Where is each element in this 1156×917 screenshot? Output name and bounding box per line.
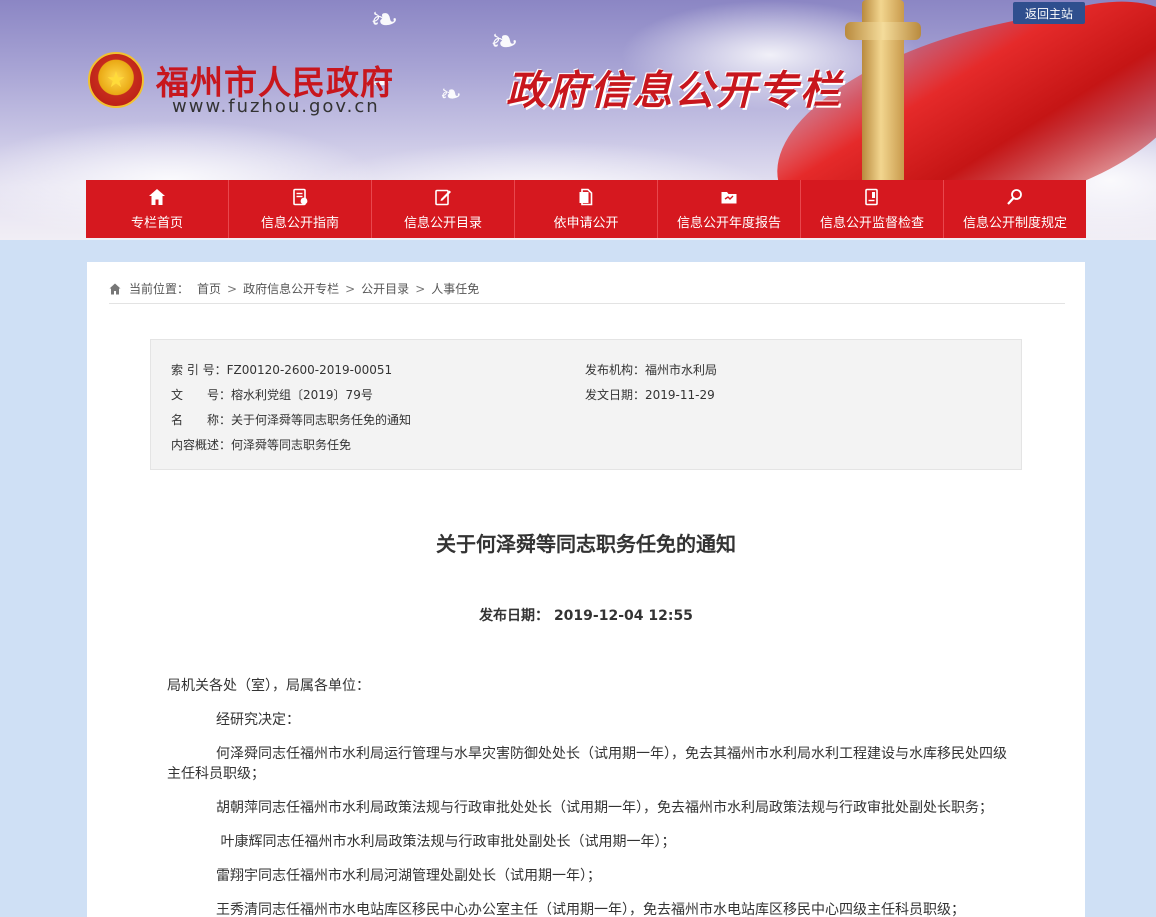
breadcrumb-link[interactable]: 公开目录: [361, 280, 409, 297]
meta-index-no: 索 引 号：FZ00120-2600-2019-00051: [171, 363, 393, 377]
document-metadata: 索 引 号：FZ00120-2600-2019-00051 文 号：榕水利党组〔…: [150, 339, 1022, 470]
nav-item-label: 专栏首页: [130, 215, 183, 231]
nav-item-rules[interactable]: 信息公开制度规定: [944, 180, 1086, 238]
main-nav: 专栏首页 信息公开指南 信息公开目录 依申请公开 信息公开年度报告 信息公开监督…: [86, 180, 1086, 238]
column-title: 政府信息公开专栏: [506, 68, 842, 114]
nav-item-label: 信息公开目录: [403, 215, 482, 231]
breadcrumb-label: 当前位置：: [129, 282, 190, 296]
breadcrumb-separator: >: [227, 281, 238, 296]
breadcrumb-separator: >: [345, 281, 356, 296]
nav-item-catalog[interactable]: 信息公开目录: [372, 180, 515, 238]
content-panel: 当前位置： 首页 > 政府信息公开专栏 > 公开目录 > 人事任免 索 引 号：…: [87, 262, 1085, 917]
inspect-icon: [865, 188, 878, 205]
guide-icon: [293, 188, 308, 205]
nav-item-apply[interactable]: 依申请公开: [515, 180, 658, 238]
breadcrumb-link[interactable]: 首页: [197, 280, 221, 297]
meta-doc-no: 文 号：榕水利党组〔2019〕79号: [171, 388, 373, 402]
apply-icon: [579, 188, 593, 205]
nav-item-label: 信息公开制度规定: [962, 215, 1067, 231]
article-paragraph: 雷翔宇同志任福州市水利局河湖管理处副处长（试用期一年）；: [216, 868, 601, 884]
article-title: 关于何泽舜等同志职务任免的通知: [436, 532, 736, 556]
home-icon: [109, 283, 121, 294]
article-paragraph: 叶康辉同志任福州市水利局政策法规与行政审批处副处长（试用期一年）；: [216, 834, 676, 850]
article-paragraph: 王秀清同志任福州市水电站库区移民中心办公室主任（试用期一年），免去福州市水电站库…: [216, 902, 965, 917]
catalog-icon: [435, 189, 451, 205]
publish-date: 发布日期： 2019-12-04 12:55: [479, 608, 693, 624]
article-paragraph: 经研究决定：: [216, 712, 300, 728]
breadcrumb-separator: >: [415, 281, 426, 296]
article-paragraph: 何泽舜同志任福州市水利局运行管理与水旱灾害防御处处长（试用期一年），免去其福州市…: [167, 746, 1007, 782]
home-icon: [149, 188, 165, 205]
dove-icon: ❧: [490, 22, 519, 62]
breadcrumb-link[interactable]: 政府信息公开专栏: [243, 280, 339, 297]
article-paragraph: 胡朝萍同志任福州市水利局政策法规与行政审批处处长（试用期一年），免去福州市水利局…: [216, 800, 993, 816]
article-body: 局机关各处（室），局属各单位： 经研究决定： 何泽舜同志任福州市水利局运行管理与…: [167, 676, 1007, 917]
nav-item-label: 依申请公开: [553, 215, 619, 231]
meta-name: 名 称：关于何泽舜等同志职务任免的通知: [171, 413, 412, 427]
nav-item-label: 信息公开指南: [260, 215, 339, 231]
dove-icon: ❧: [440, 80, 462, 110]
nav-item-label: 信息公开监督检查: [819, 215, 924, 231]
nav-item-report[interactable]: 信息公开年度报告: [658, 180, 801, 238]
site-url: www.fuzhou.gov.cn: [172, 96, 380, 117]
meta-summary: 内容概述：何泽舜等同志职务任免: [171, 438, 352, 452]
breadcrumb-link[interactable]: 人事任免: [431, 280, 479, 297]
breadcrumb: 当前位置： 首页 > 政府信息公开专栏 > 公开目录 > 人事任免: [109, 274, 1065, 304]
nav-item-inspect[interactable]: 信息公开监督检查: [801, 180, 944, 238]
report-icon: [721, 191, 737, 203]
rules-icon: [1007, 188, 1022, 205]
back-to-main-site-button[interactable]: 返回主站: [1013, 2, 1085, 24]
nav-item-home[interactable]: 专栏首页: [86, 180, 229, 238]
article-paragraph: 局机关各处（室），局属各单位：: [167, 678, 370, 694]
national-emblem-icon[interactable]: ★: [88, 52, 144, 108]
nav-item-label: 信息公开年度报告: [676, 215, 781, 231]
dove-icon: ❧: [370, 0, 399, 40]
meta-issue-date: 发文日期：2019-11-29: [585, 388, 715, 402]
meta-issuer: 发布机构：福州市水利局: [585, 363, 718, 377]
nav-item-guide[interactable]: 信息公开指南: [229, 180, 372, 238]
